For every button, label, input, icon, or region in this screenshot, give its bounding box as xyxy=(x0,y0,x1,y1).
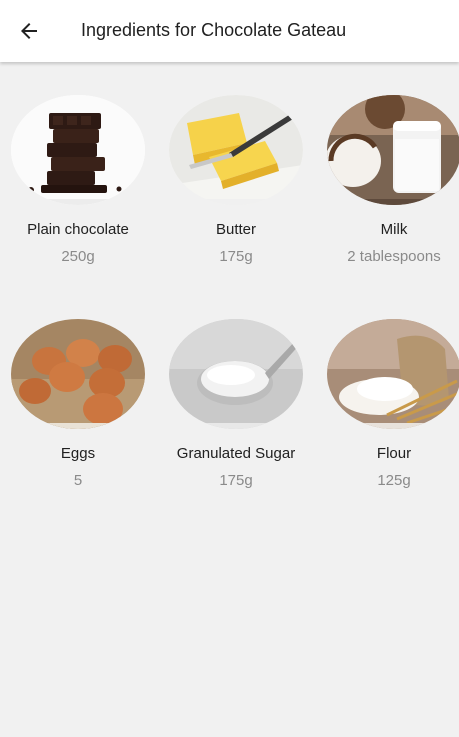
chocolate-image xyxy=(11,95,145,205)
eggs-image xyxy=(11,319,145,429)
milk-image xyxy=(327,95,459,205)
butter-image xyxy=(169,95,303,205)
ingredient-name: Plain chocolate xyxy=(27,221,129,238)
ingredient-name: Granulated Sugar xyxy=(176,445,296,462)
ingredient-quantity: 5 xyxy=(73,472,83,489)
flour-image xyxy=(327,319,459,429)
ingredient-card-chocolate[interactable]: Plain chocolate 250g xyxy=(0,95,158,266)
ingredient-quantity: 2 tablespoons xyxy=(347,248,441,265)
ingredient-card-butter[interactable]: Butter 175g xyxy=(156,95,316,266)
ingredient-quantity: 250g xyxy=(61,248,95,265)
app-bar: Ingredients for Chocolate Gateau xyxy=(0,0,459,62)
ingredient-quantity: 175g xyxy=(219,248,253,265)
ingredient-quantity: 175g xyxy=(219,472,253,489)
ingredient-name: Flour xyxy=(376,445,412,462)
ingredient-card-sugar[interactable]: Granulated Sugar 175g xyxy=(156,319,316,490)
ingredient-name: Milk xyxy=(380,221,408,238)
ingredient-card-flour[interactable]: Flour 125g xyxy=(314,319,459,490)
page-title: Ingredients for Chocolate Gateau xyxy=(81,20,347,40)
sugar-image xyxy=(169,319,303,429)
ingredient-quantity: 125g xyxy=(377,472,411,489)
back-arrow-icon[interactable] xyxy=(17,19,41,43)
ingredient-card-milk[interactable]: Milk 2 tablespoons xyxy=(314,95,459,266)
ingredient-card-eggs[interactable]: Eggs 5 xyxy=(0,319,158,490)
ingredient-name: Eggs xyxy=(60,445,96,462)
ingredient-name: Butter xyxy=(215,221,257,238)
